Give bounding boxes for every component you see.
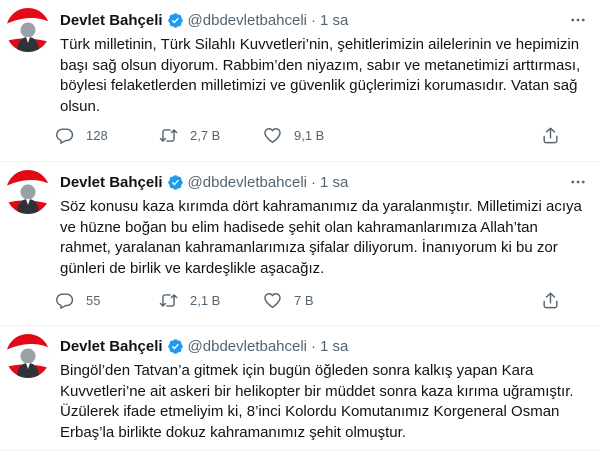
author-name[interactable]: Devlet Bahçeli — [60, 338, 163, 355]
share-button[interactable] — [541, 291, 560, 310]
separator-dot: · — [311, 173, 317, 191]
tweet-text: Bingöl’den Tatvan’a gitmek için bugün öğ… — [60, 362, 574, 441]
more-icon[interactable] — [568, 172, 588, 192]
retweet-count: 2,1 B — [190, 293, 221, 308]
like-count: 7 B — [294, 293, 314, 308]
tweet-header: Devlet Bahçeli @dbdevletbahceli · 1 sa — [60, 10, 588, 30]
tweet-actions: 55 2,1 B 7 B — [55, 291, 560, 310]
like-icon — [263, 291, 282, 310]
share-button[interactable] — [541, 126, 560, 145]
share-icon — [541, 126, 560, 145]
share-icon — [541, 291, 560, 310]
avatar[interactable] — [6, 334, 50, 378]
like-button[interactable]: 7 B — [263, 291, 367, 310]
tweet-timestamp[interactable]: 1 sa — [320, 338, 348, 355]
reply-icon — [55, 291, 74, 310]
verified-badge-icon — [167, 174, 184, 191]
like-count: 9,1 B — [294, 128, 325, 143]
reply-button[interactable]: 128 — [55, 126, 159, 145]
reply-count: 55 — [86, 293, 101, 308]
tweet-3[interactable]: Devlet Bahçeli @dbdevletbahceli · 1 sa B… — [0, 326, 600, 451]
reply-icon — [55, 126, 74, 145]
like-icon — [263, 126, 282, 145]
retweet-icon — [159, 291, 178, 310]
avatar[interactable] — [6, 8, 50, 52]
author-handle[interactable]: @dbdevletbahceli — [188, 338, 307, 355]
avatar-image — [6, 334, 50, 378]
tweet-header: Devlet Bahçeli @dbdevletbahceli · 1 sa — [60, 336, 588, 356]
author-name[interactable]: Devlet Bahçeli — [60, 12, 163, 29]
tweet-text: Söz konusu kaza kırımda dört kahramanımı… — [60, 198, 582, 277]
more-icon[interactable] — [568, 10, 588, 30]
tweet-actions: 128 2,7 B 9,1 B — [55, 126, 560, 145]
retweet-button[interactable]: 2,7 B — [159, 126, 263, 145]
retweet-icon — [159, 126, 178, 145]
avatar-image — [6, 170, 50, 214]
avatar[interactable] — [6, 170, 50, 214]
like-button[interactable]: 9,1 B — [263, 126, 367, 145]
reply-count: 128 — [86, 128, 108, 143]
tweet-timestamp[interactable]: 1 sa — [320, 174, 348, 191]
avatar-image — [6, 8, 50, 52]
retweet-button[interactable]: 2,1 B — [159, 291, 263, 310]
tweet-text: Türk milletinin, Türk Silahlı Kuvvetleri… — [60, 36, 581, 115]
separator-dot: · — [311, 337, 317, 355]
verified-badge-icon — [167, 12, 184, 29]
tweet-timestamp[interactable]: 1 sa — [320, 12, 348, 29]
tweet-header: Devlet Bahçeli @dbdevletbahceli · 1 sa — [60, 172, 588, 192]
tweet-1[interactable]: Devlet Bahçeli @dbdevletbahceli · 1 sa T… — [0, 0, 600, 162]
verified-badge-icon — [167, 338, 184, 355]
retweet-count: 2,7 B — [190, 128, 221, 143]
author-handle[interactable]: @dbdevletbahceli — [188, 12, 307, 29]
reply-button[interactable]: 55 — [55, 291, 159, 310]
tweet-2[interactable]: Devlet Bahçeli @dbdevletbahceli · 1 sa S… — [0, 162, 600, 326]
author-name[interactable]: Devlet Bahçeli — [60, 174, 163, 191]
author-handle[interactable]: @dbdevletbahceli — [188, 174, 307, 191]
separator-dot: · — [311, 11, 317, 29]
